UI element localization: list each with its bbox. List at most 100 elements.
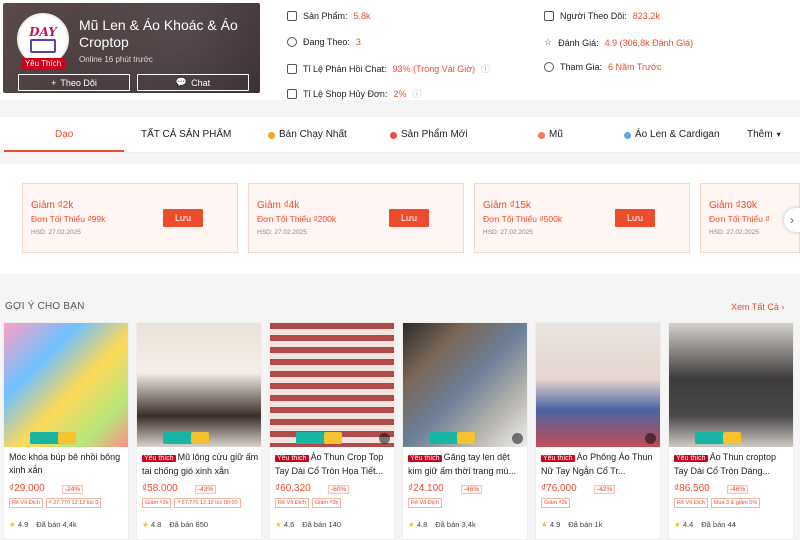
chevron-down-icon: ▾ xyxy=(776,130,781,139)
save-voucher-button[interactable]: Lưu xyxy=(389,209,429,227)
tab-dao[interactable]: Dạo xyxy=(55,117,73,153)
product-name: Móc khóa búp bê nhồi bông xinh xắn xyxy=(9,451,127,477)
pin-icon xyxy=(390,131,397,139)
product-rating: 4.9 xyxy=(17,520,29,529)
stat-followers-label: Người Theo Dõi: xyxy=(560,11,627,21)
stat-joined: Tham Gia: 6 Năm Trước xyxy=(544,62,661,72)
voucher-section: Giảm ₫2k Đơn Tối Thiểu ₫99k HSD: 27.02.2… xyxy=(0,164,800,274)
voucher-card: Giảm ₫2k Đơn Tối Thiểu ₫99k HSD: 27.02.2… xyxy=(22,183,238,253)
active-tab-indicator xyxy=(4,150,124,152)
product-discount: -46% xyxy=(461,485,483,494)
stat-rating-label: Đánh Giá: xyxy=(558,37,599,48)
product-image xyxy=(403,323,527,447)
see-all-link[interactable]: Xem Tất Cả › xyxy=(731,302,784,312)
stat-followers-value: 823,2k xyxy=(632,11,660,21)
video-play-icon[interactable] xyxy=(379,433,390,444)
product-rating-row: ★ 4.9 Đã bán 1k xyxy=(541,520,602,529)
product-rating: 4.8 xyxy=(416,520,428,529)
video-play-icon[interactable] xyxy=(645,433,656,444)
user-icon xyxy=(287,37,297,47)
product-rating-row: ★ 4.6 Đã bán 140 xyxy=(275,520,341,529)
stat-cancel-rate-value: 2% xyxy=(393,88,407,99)
star-icon: ★ xyxy=(142,520,149,529)
star-outline-icon: ☆ xyxy=(544,37,553,47)
product-card[interactable]: Móc khóa búp bê nhồi bông xinh xắn ₫29.0… xyxy=(3,322,129,540)
product-card[interactable]: Yêu thích Găng tay len dệt kim giữ ấm thờ… xyxy=(402,322,528,540)
tab-new-products-label: Sản Phẩm Mới xyxy=(401,129,468,140)
save-voucher-button[interactable]: Lưu xyxy=(163,209,203,227)
favorite-tag: Yêu thích xyxy=(408,455,442,462)
chat-button[interactable]: 💬 Chat xyxy=(137,74,249,91)
product-image xyxy=(137,323,261,447)
chat-button-label: Chat xyxy=(191,77,211,88)
product-rating: 4.4 xyxy=(682,520,694,529)
user-check-icon xyxy=(544,62,554,72)
product-tags: Giảm ₫2k xyxy=(541,498,657,508)
promo-badge xyxy=(324,432,342,444)
product-tag: Giảm ₫2k xyxy=(311,498,342,508)
voucher-expiry: HSD: 27.02.2025 xyxy=(483,229,533,236)
tab-all-products-label: TẤT CẢ SẢN PHẨM xyxy=(141,129,232,140)
tab-more[interactable]: Thêm ▾ xyxy=(747,117,781,153)
tab-hats[interactable]: Mũ xyxy=(538,117,563,153)
hat-icon xyxy=(538,131,545,139)
product-tags: Rẻ Vô Địch Mua 3 & giảm 5% xyxy=(674,498,790,508)
stat-joined-label: Tham Gia: xyxy=(560,62,603,72)
tab-best-seller-label: Bán Chạy Nhất xyxy=(279,129,347,140)
product-tags: Giảm ₫2k ₫ 57.770 12.12 lúc 00:00 xyxy=(142,498,258,508)
see-all-label: Xem Tất Cả xyxy=(731,302,779,312)
product-sold: Đã bán 140 xyxy=(302,520,342,529)
product-card[interactable]: Yêu thích Mũ lông cừu giữ ấm tai chống gi… xyxy=(136,322,262,540)
product-tags: Rẻ Vô Địch Giảm ₫2k xyxy=(275,498,391,508)
product-sold: Đã bán 1k xyxy=(568,520,603,529)
product-discount: -42% xyxy=(594,485,616,494)
follow-button[interactable]: + Theo Dõi xyxy=(18,74,130,91)
favorite-tag: Yêu thích xyxy=(142,455,176,462)
product-tag: ₫ 27.770 12.12 lúc 0 xyxy=(45,498,102,508)
chevron-right-icon: › xyxy=(781,302,785,312)
voucher-title: Giảm ₫4k xyxy=(257,200,300,211)
info-icon[interactable]: ⓘ xyxy=(412,87,421,100)
tab-sweaters[interactable]: Áo Len & Cardigan xyxy=(624,117,720,153)
stat-products-label: Sản Phẩm: xyxy=(303,11,348,21)
star-icon: ★ xyxy=(9,520,16,529)
product-card[interactable]: Yêu thích Áo Phông Áo Thun Nữ Tay Ngắn Cổ… xyxy=(535,322,661,540)
product-rating-row: ★ 4.9 Đã bán 4,4k xyxy=(9,520,77,529)
tab-best-seller[interactable]: Bán Chạy Nhất xyxy=(268,117,347,153)
product-rating: 4.9 xyxy=(549,520,561,529)
star-icon: ★ xyxy=(408,520,415,529)
stat-cancel-rate: Tỉ Lệ Shop Hủy Đơn: 2% ⓘ xyxy=(287,87,421,100)
save-voucher-button[interactable]: Lưu xyxy=(615,209,655,227)
voucher-title: Giảm ₫2k xyxy=(31,200,74,211)
product-rating-row: ★ 4.4 Đã bán 44 xyxy=(674,520,736,529)
product-rating-row: ★ 4.8 Đã bán 3,4k xyxy=(408,520,476,529)
favorite-badge: Yêu Thích xyxy=(21,58,65,70)
product-card[interactable]: Yêu thích Áo Thun Crop Top Tay Dài Cổ Trò… xyxy=(269,322,395,540)
tab-all-products[interactable]: TẤT CẢ SẢN PHẨM xyxy=(141,117,231,153)
stat-chat-rate: Tỉ Lệ Phản Hồi Chat: 93% (Trong Vài Giờ)… xyxy=(287,62,490,75)
product-discount: -24% xyxy=(62,485,84,494)
product-tag: Mua 3 & giảm 5% xyxy=(710,498,761,508)
chat-bubble-icon xyxy=(287,63,297,74)
tab-new-products[interactable]: Sản Phẩm Mới xyxy=(390,117,468,153)
info-icon[interactable]: ⓘ xyxy=(481,62,490,75)
product-card[interactable]: Yêu thích Áo Thun croptop Tay Dài Cổ Tròn… xyxy=(668,322,794,540)
tab-dao-label: Dạo xyxy=(55,129,74,140)
promo-badge xyxy=(191,432,209,444)
product-sold: Đã bán 3,4k xyxy=(435,520,476,529)
stat-followers: Người Theo Dõi: 823,2k xyxy=(544,11,660,21)
stat-rating: ☆ Đánh Giá: 4.9 (306,8k Đánh Giá) xyxy=(544,37,693,48)
shop-online-status: Online 16 phút trước xyxy=(79,55,153,64)
favorite-tag: Yêu thích xyxy=(674,455,708,462)
product-name: Yêu thích Áo Thun Crop Top Tay Dài Cổ Trò… xyxy=(275,451,393,477)
star-icon: ★ xyxy=(674,520,681,529)
bag-icon xyxy=(30,38,56,53)
product-price: ₫24.100 xyxy=(408,483,444,494)
promo-badge xyxy=(723,432,741,444)
shop-tabs: Dạo TẤT CẢ SẢN PHẨM Bán Chạy Nhất Sản Ph… xyxy=(0,117,800,153)
favorite-tag: Yêu thích xyxy=(275,455,309,462)
product-rating: 4.8 xyxy=(150,520,162,529)
video-play-icon[interactable] xyxy=(512,433,523,444)
stat-chat-rate-label: Tỉ Lệ Phản Hồi Chat: xyxy=(303,63,387,74)
store-icon xyxy=(287,11,297,21)
